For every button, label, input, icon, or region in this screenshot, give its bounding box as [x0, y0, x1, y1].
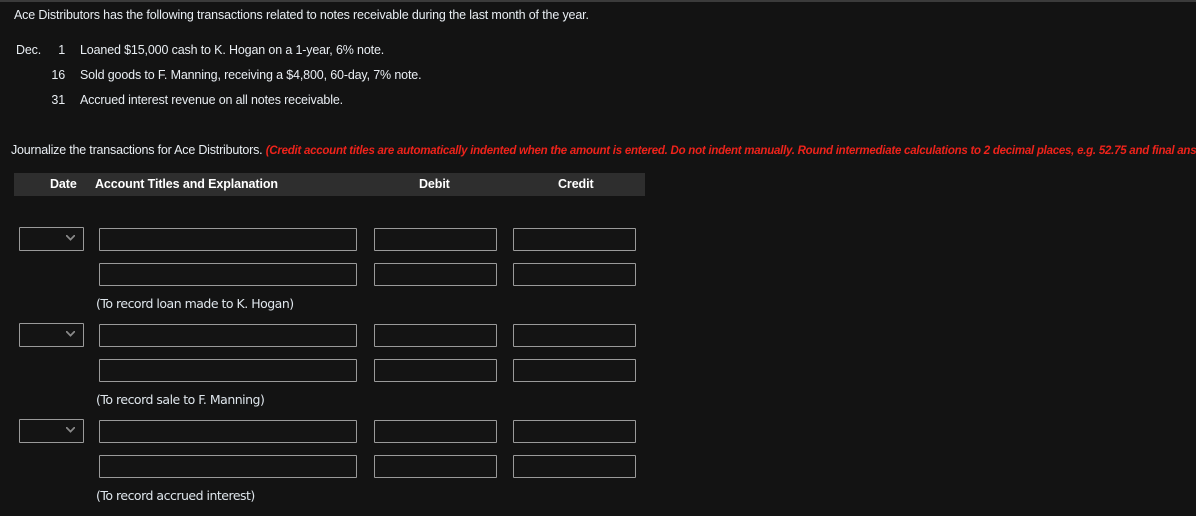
debit-input-2-1[interactable] [374, 324, 497, 347]
date-select-wrapper-1 [14, 227, 89, 251]
date-select-3[interactable] [19, 419, 84, 443]
top-divider [0, 0, 1196, 2]
transaction-description: Accrued interest revenue on all notes re… [80, 93, 343, 107]
instruction-red-note: (Credit account titles are automatically… [265, 145, 1196, 157]
transaction-list: Dec. 1 Loaned $15,000 cash to K. Hogan o… [0, 42, 700, 117]
credit-input-2-1[interactable] [513, 324, 636, 347]
column-header-account: Account Titles and Explanation [95, 177, 278, 191]
list-item: 16 Sold goods to F. Manning, receiving a… [0, 67, 700, 92]
debit-input-2-2[interactable] [374, 359, 497, 382]
entry-memo-3: (To record accrued interest) [96, 488, 255, 503]
account-title-input-2-1[interactable] [99, 324, 357, 347]
date-select-1[interactable] [19, 227, 84, 251]
transaction-day: 1 [58, 43, 65, 57]
account-title-input-3-2[interactable] [99, 455, 357, 478]
column-header-debit: Debit [419, 177, 450, 191]
column-header-credit: Credit [558, 177, 594, 191]
journal-entry-table: Date Account Titles and Explanation Debi… [14, 173, 645, 516]
credit-input-3-2[interactable] [513, 455, 636, 478]
date-select-2[interactable] [19, 323, 84, 347]
list-item: Dec. 1 Loaned $15,000 cash to K. Hogan o… [0, 42, 700, 67]
debit-input-3-1[interactable] [374, 420, 497, 443]
account-title-input-1-2[interactable] [99, 263, 357, 286]
account-title-input-3-1[interactable] [99, 420, 357, 443]
list-item: 31 Accrued interest revenue on all notes… [0, 92, 700, 117]
credit-input-1-1[interactable] [513, 228, 636, 251]
debit-input-1-2[interactable] [374, 263, 497, 286]
table-header-row: Date Account Titles and Explanation Debi… [14, 173, 645, 196]
instruction-lead: Journalize the transactions for Ace Dist… [11, 143, 263, 157]
credit-input-1-2[interactable] [513, 263, 636, 286]
transaction-day: 16 [51, 68, 65, 82]
date-select-wrapper-3 [14, 419, 89, 443]
transaction-day: 31 [51, 93, 65, 107]
entry-memo-1: (To record loan made to K. Hogan) [96, 296, 294, 311]
journalize-instruction: Journalize the transactions for Ace Dist… [11, 143, 1196, 157]
account-title-input-2-2[interactable] [99, 359, 357, 382]
credit-input-3-1[interactable] [513, 420, 636, 443]
transaction-description: Loaned $15,000 cash to K. Hogan on a 1-y… [80, 43, 385, 57]
credit-input-2-2[interactable] [513, 359, 636, 382]
account-title-input-1-1[interactable] [99, 228, 357, 251]
entry-memo-2: (To record sale to F. Manning) [96, 392, 265, 407]
transaction-description: Sold goods to F. Manning, receiving a $4… [80, 68, 422, 82]
intro-text: Ace Distributors has the following trans… [14, 8, 589, 22]
column-header-date: Date [50, 177, 77, 191]
table-body: (To record loan made to K. Hogan) (To re… [14, 196, 645, 516]
debit-input-1-1[interactable] [374, 228, 497, 251]
debit-input-3-2[interactable] [374, 455, 497, 478]
date-select-wrapper-2 [14, 323, 89, 347]
